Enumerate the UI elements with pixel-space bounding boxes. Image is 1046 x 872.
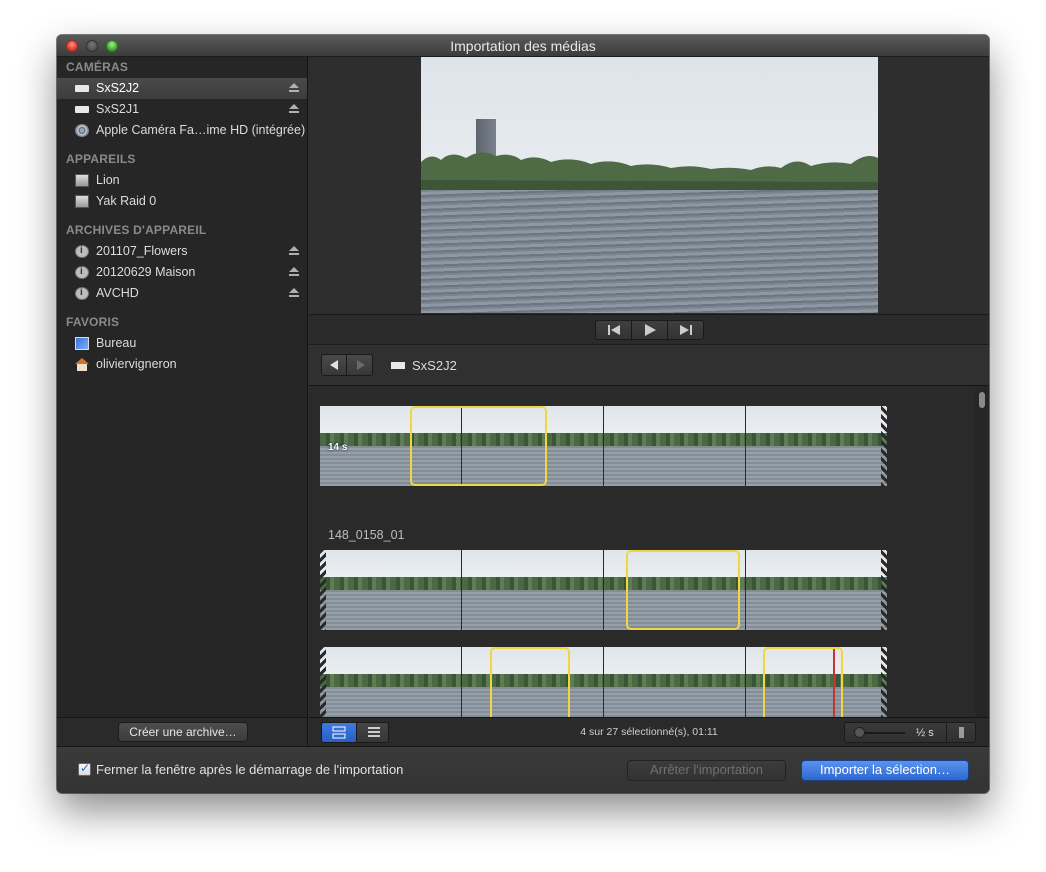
clip-browser: 14 s 148_0158_01 [309, 386, 989, 717]
video-preview[interactable] [421, 57, 878, 313]
filmstrip-row[interactable]: 14 s [320, 406, 887, 486]
sidebar-item-201107-flowers[interactable]: 201107_Flowers [57, 241, 307, 262]
sidebar-item-label: Lion [96, 173, 120, 187]
selection-range[interactable] [410, 406, 547, 486]
facetime-camera-icon [75, 124, 89, 137]
skip-forward-button[interactable] [668, 321, 704, 339]
sidebar-item-bureau[interactable]: Bureau [57, 333, 307, 354]
skip-back-button[interactable] [596, 321, 632, 339]
filmstrip-row[interactable] [320, 550, 887, 630]
vertical-scrollbar[interactable] [975, 386, 989, 717]
scrollbar-thumb[interactable] [979, 392, 985, 408]
zoom-slider[interactable] [859, 732, 905, 734]
forward-arrow-icon [357, 360, 365, 370]
sidebar-item-label: SxS2J1 [96, 102, 140, 116]
import-selection-button[interactable]: Importer la sélection… [801, 760, 969, 781]
bottom-bar: Fermer la fenêtre après le démarrage de … [57, 746, 989, 793]
memory-card-icon [75, 85, 89, 92]
sidebar-item-lion[interactable]: Lion [57, 170, 307, 191]
forward-button[interactable] [348, 355, 373, 375]
sidebar-item-sxs2j1[interactable]: SxS2J1 [57, 99, 307, 120]
eject-icon[interactable] [289, 104, 299, 114]
sidebar-item-facetime-camera[interactable]: Apple Caméra Fa…ime HD (intégrée) [57, 120, 307, 141]
import-window: Importation des médias CAMÉRAS SxS2J2 Sx… [57, 35, 989, 793]
skip-forward-icon [680, 325, 692, 335]
sidebar-item-avchd[interactable]: AVCHD [57, 283, 307, 304]
section-favorites: FAVORIS [66, 315, 120, 329]
window-title: Importation des médias [450, 38, 596, 54]
back-button[interactable] [322, 355, 347, 375]
play-icon [645, 324, 656, 336]
transport-button-group [595, 320, 704, 340]
home-folder-icon [75, 358, 89, 371]
back-arrow-icon [330, 360, 338, 370]
sidebar-item-yak-raid-0[interactable]: Yak Raid 0 [57, 191, 307, 212]
hard-disk-icon [75, 174, 89, 187]
eject-icon[interactable] [289, 83, 299, 93]
eject-icon[interactable] [289, 267, 299, 277]
clip-height-icon [959, 727, 964, 738]
section-device-archives: ARCHIVES D'APPAREIL [66, 223, 207, 237]
title-bar: Importation des médias [57, 35, 989, 57]
sidebar-item-label: AVCHD [96, 286, 139, 300]
sidebar-item-label: Yak Raid 0 [96, 194, 157, 208]
clip-height-button[interactable] [946, 723, 976, 742]
hard-disk-icon [75, 195, 89, 208]
archive-icon [75, 245, 89, 258]
sidebar-item-home[interactable]: oliviervigneron [57, 354, 307, 375]
transport-controls [309, 314, 989, 344]
desktop-folder-icon [75, 337, 89, 350]
zoom-control: ½ s [844, 722, 976, 743]
eject-icon[interactable] [289, 246, 299, 256]
archive-icon [75, 266, 89, 279]
stop-import-button[interactable]: Arrêter l'importation [627, 760, 786, 781]
play-button[interactable] [632, 321, 668, 339]
eject-icon[interactable] [289, 288, 299, 298]
sidebar-item-label: 20120629 Maison [96, 265, 196, 279]
create-archive-button[interactable]: Créer une archive… [118, 722, 248, 742]
memory-card-icon [391, 362, 405, 369]
sidebar-item-sxs2j2[interactable]: SxS2J2 [57, 78, 307, 99]
zoom-slider-knob[interactable] [854, 727, 865, 738]
sidebar-item-20120629-maison[interactable]: 20120629 Maison [57, 262, 307, 283]
browser-footer: 4 sur 27 sélectionné(s), 01:11 ½ s [309, 717, 989, 746]
sidebar-item-label: SxS2J2 [96, 81, 140, 95]
clip-name-label: 148_0158_01 [328, 528, 405, 542]
current-path-label: SxS2J2 [412, 358, 457, 373]
memory-card-icon [75, 106, 89, 113]
selection-range[interactable] [626, 550, 740, 630]
tree-line [421, 152, 878, 192]
selection-range[interactable] [763, 647, 843, 717]
sidebar-footer: Créer une archive… [57, 717, 308, 746]
skip-back-icon [608, 325, 620, 335]
path-bar: SxS2J2 [309, 344, 989, 386]
sidebar-item-label: 201107_Flowers [96, 244, 188, 258]
close-after-import-checkbox[interactable] [78, 761, 91, 776]
archive-icon [75, 287, 89, 300]
close-after-import-label[interactable]: Fermer la fenêtre après le démarrage de … [96, 762, 403, 777]
skimmer-playhead[interactable] [833, 649, 835, 717]
zoom-value-label: ½ s [916, 727, 934, 739]
clip-duration-label: 14 s [328, 442, 348, 453]
sidebar: CAMÉRAS SxS2J2 SxS2J1 Apple Caméra Fa…im… [57, 57, 308, 717]
sidebar-item-label: Bureau [96, 336, 137, 350]
selection-range[interactable] [490, 647, 570, 717]
section-cameras: CAMÉRAS [66, 60, 129, 74]
sidebar-item-label: Apple Caméra Fa…ime HD (intégrée) [96, 123, 306, 137]
section-devices: APPAREILS [66, 152, 136, 166]
sidebar-item-label: oliviervigneron [96, 357, 177, 371]
back-forward-group [321, 354, 373, 376]
preview-viewer [309, 57, 989, 314]
lake-water [421, 190, 878, 313]
